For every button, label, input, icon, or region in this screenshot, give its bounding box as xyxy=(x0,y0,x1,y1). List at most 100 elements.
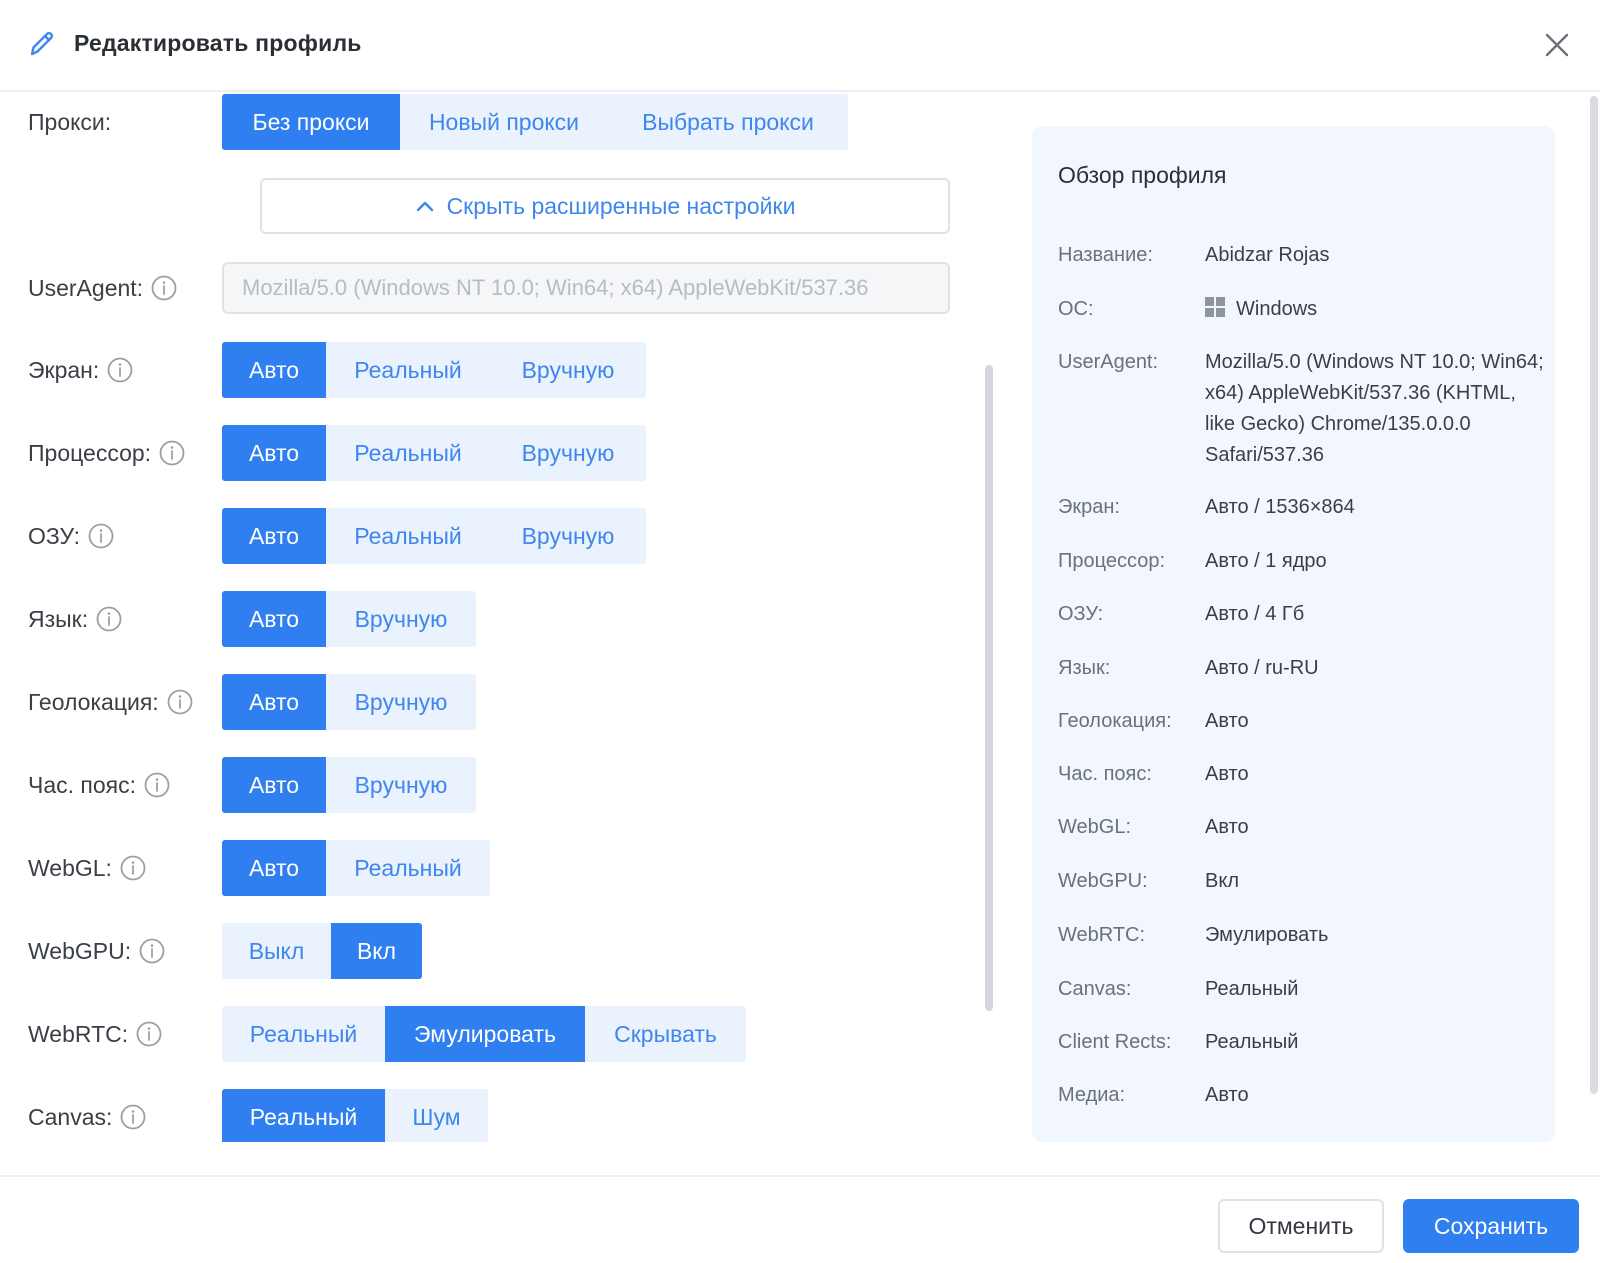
info-icon[interactable] xyxy=(151,275,177,301)
info-icon[interactable] xyxy=(139,938,165,964)
webrtc-label: WebRTC: xyxy=(28,1006,162,1062)
info-icon[interactable] xyxy=(88,523,114,549)
screen-option-auto[interactable]: Авто xyxy=(222,342,326,398)
info-icon[interactable] xyxy=(120,1104,146,1130)
proxy-option-none[interactable]: Без прокси xyxy=(222,94,400,150)
windows-icon xyxy=(1205,297,1225,317)
overview-value: Mozilla/5.0 (Windows NT 10.0; Win64; x64… xyxy=(1205,351,1544,466)
cpu-option-manual[interactable]: Вручную xyxy=(490,425,646,481)
overview-key: ОЗУ: xyxy=(1058,603,1104,625)
language-label: Язык: xyxy=(28,591,122,647)
webrtc-option-emulate[interactable]: Эмулировать xyxy=(385,1006,585,1062)
save-button[interactable]: Сохранить xyxy=(1403,1199,1579,1253)
proxy-option-select[interactable]: Выбрать прокси xyxy=(608,94,848,150)
screen-option-real[interactable]: Реальный xyxy=(326,342,490,398)
overview-value: Авто / 4 Гб xyxy=(1205,603,1305,625)
overview-value: Реальный xyxy=(1205,1031,1299,1053)
overview-value: Авто / ru-RU xyxy=(1205,657,1319,679)
webgpu-option-off[interactable]: Выкл xyxy=(222,923,331,979)
close-icon[interactable] xyxy=(1542,30,1572,60)
canvas-option-real[interactable]: Реальный xyxy=(222,1089,385,1142)
timezone-label: Час. пояс: xyxy=(28,757,170,813)
useragent-input[interactable]: Mozilla/5.0 (Windows NT 10.0; Win64; x64… xyxy=(222,262,950,314)
toggle-advanced-button[interactable]: Скрыть расширенные настройки xyxy=(260,178,950,234)
webrtc-option-real[interactable]: Реальный xyxy=(222,1006,385,1062)
webrtc-selector: Реальный Эмулировать Скрывать xyxy=(222,1006,746,1062)
webgl-selector: Авто Реальный xyxy=(222,840,490,896)
webgl-option-real[interactable]: Реальный xyxy=(326,840,490,896)
overview-key: UserAgent: xyxy=(1058,351,1159,373)
overview-value: Реальный xyxy=(1205,978,1299,1000)
settings-form: Прокси: Без прокси Новый прокси Выбрать … xyxy=(0,92,980,1142)
webgl-option-auto[interactable]: Авто xyxy=(222,840,326,896)
geo-option-auto[interactable]: Авто xyxy=(222,674,326,730)
overview-key: WebGL: xyxy=(1058,816,1131,838)
webgpu-option-on[interactable]: Вкл xyxy=(331,923,422,979)
overview-key: Процессор: xyxy=(1058,550,1166,572)
ram-option-manual[interactable]: Вручную xyxy=(490,508,646,564)
pencil-icon xyxy=(30,31,54,56)
screen-label: Экран: xyxy=(28,342,133,398)
info-icon[interactable] xyxy=(144,772,170,798)
overview-value: Авто xyxy=(1205,763,1249,785)
overview-key: Медиа: xyxy=(1058,1084,1126,1106)
webgl-label: WebGL: xyxy=(28,840,146,896)
ram-option-real[interactable]: Реальный xyxy=(326,508,490,564)
ram-selector: Авто Реальный Вручную xyxy=(222,508,646,564)
info-icon[interactable] xyxy=(136,1021,162,1047)
info-icon[interactable] xyxy=(107,357,133,383)
dialog-scrollbar[interactable] xyxy=(1590,96,1598,1094)
cancel-button[interactable]: Отменить xyxy=(1218,1199,1384,1253)
overview-key: Час. пояс: xyxy=(1058,763,1152,785)
proxy-option-new[interactable]: Новый прокси xyxy=(400,94,608,150)
cpu-option-auto[interactable]: Авто xyxy=(222,425,326,481)
cpu-selector: Авто Реальный Вручную xyxy=(222,425,646,481)
info-icon[interactable] xyxy=(167,689,193,715)
language-option-manual[interactable]: Вручную xyxy=(326,591,476,647)
overview-value: Эмулировать xyxy=(1205,924,1329,946)
info-icon[interactable] xyxy=(96,606,122,632)
overview-key: Название: xyxy=(1058,244,1153,266)
dialog-header: Редактировать профиль xyxy=(0,0,1600,92)
overview-value: Авто xyxy=(1205,1084,1249,1106)
overview-key: Client Rects: xyxy=(1058,1031,1172,1053)
geo-option-manual[interactable]: Вручную xyxy=(326,674,476,730)
overview-key: Язык: xyxy=(1058,657,1111,679)
webgpu-selector: Выкл Вкл xyxy=(222,923,422,979)
useragent-label: UserAgent: xyxy=(28,260,177,316)
language-option-auto[interactable]: Авто xyxy=(222,591,326,647)
overview-value: Авто xyxy=(1205,710,1249,732)
screen-selector: Авто Реальный Вручную xyxy=(222,342,646,398)
overview-value-os: Windows xyxy=(1205,294,1545,325)
overview-key: ОС: xyxy=(1058,298,1094,320)
overview-value: Авто xyxy=(1205,816,1249,838)
overview-value: Вкл xyxy=(1205,870,1239,892)
chevron-up-icon xyxy=(416,201,433,212)
info-icon[interactable] xyxy=(120,855,146,881)
dialog-title: Редактировать профиль xyxy=(74,30,362,56)
canvas-selector: Реальный Шум xyxy=(222,1089,488,1142)
webrtc-option-hide[interactable]: Скрывать xyxy=(585,1006,746,1062)
overview-key: WebRTC: xyxy=(1058,924,1146,946)
timezone-option-auto[interactable]: Авто xyxy=(222,757,326,813)
proxy-label: Прокси: xyxy=(28,108,112,135)
language-selector: Авто Вручную xyxy=(222,591,476,647)
webgpu-label: WebGPU: xyxy=(28,923,165,979)
overview-value: Авто / 1 ядро xyxy=(1205,550,1327,572)
ram-option-auto[interactable]: Авто xyxy=(222,508,326,564)
cpu-option-real[interactable]: Реальный xyxy=(326,425,490,481)
settings-scrollbar[interactable] xyxy=(985,365,993,1011)
timezone-option-manual[interactable]: Вручную xyxy=(326,757,476,813)
dialog-footer: Отменить Сохранить xyxy=(0,1175,1600,1263)
overview-value: Abidzar Rojas xyxy=(1205,244,1330,266)
cpu-label: Процессор: xyxy=(28,425,185,481)
overview-value: Авто / 1536×864 xyxy=(1205,496,1355,518)
screen-option-manual[interactable]: Вручную xyxy=(490,342,646,398)
canvas-option-noise[interactable]: Шум xyxy=(385,1089,488,1142)
geo-selector: Авто Вручную xyxy=(222,674,476,730)
overview-key: Геолокация: xyxy=(1058,710,1172,732)
toggle-advanced-label: Скрыть расширенные настройки xyxy=(446,192,796,219)
info-icon[interactable] xyxy=(159,440,185,466)
overview-key: WebGPU: xyxy=(1058,870,1148,892)
ram-label: ОЗУ: xyxy=(28,508,114,564)
